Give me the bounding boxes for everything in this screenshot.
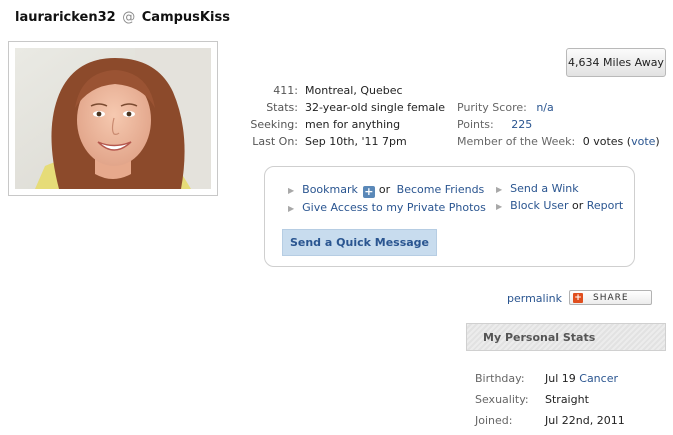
bookmark-row: ▶ Bookmark + or Become Friends — [288, 183, 484, 198]
give-access-link[interactable]: Give Access to my Private Photos — [302, 201, 486, 214]
purity-score-label: Purity Score: — [457, 101, 527, 114]
distance-button[interactable]: 4,634 Miles Away — [566, 48, 666, 77]
profile-photo[interactable] — [15, 48, 211, 189]
info-label-stats: Stats: — [266, 101, 298, 114]
points-link[interactable]: 225 — [511, 118, 532, 131]
sexuality-value: Straight — [545, 393, 589, 406]
username: lauraricken32 — [15, 10, 116, 25]
triangle-right-icon: ▶ — [496, 185, 503, 194]
share-button[interactable]: + SHARE — [569, 290, 652, 305]
plus-icon[interactable]: + — [362, 186, 375, 198]
or-text: or — [571, 199, 584, 212]
purity-score-link[interactable]: n/a — [536, 101, 553, 114]
triangle-right-icon: ▶ — [288, 186, 295, 195]
joined-label: Joined: — [475, 414, 513, 427]
joined-value: Jul 22nd, 2011 — [545, 414, 625, 427]
bookmark-link[interactable]: Bookmark — [302, 183, 358, 196]
permalink-link[interactable]: permalink — [507, 292, 562, 305]
profile-photo-frame[interactable] — [8, 41, 218, 196]
info-value-stats: 32-year-old single female — [305, 101, 446, 114]
sexuality-label: Sexuality: — [475, 393, 529, 406]
profile-heading: lauraricken32 @ CampusKiss — [15, 10, 230, 25]
become-friends-link[interactable]: Become Friends — [397, 183, 485, 196]
block-user-link[interactable]: Block User — [510, 199, 568, 212]
info-label-411: 411: — [273, 84, 298, 97]
info-value-location: Montreal, Quebec — [305, 84, 403, 97]
send-quick-message-button[interactable]: Send a Quick Message — [282, 229, 437, 256]
points: Points: 225 — [457, 118, 532, 131]
share-label: SHARE — [593, 292, 629, 303]
report-link[interactable]: Report — [587, 199, 623, 212]
share-plus-icon: + — [573, 292, 583, 303]
member-of-week-label: Member of the Week: — [457, 135, 576, 148]
zodiac-link[interactable]: Cancer — [579, 372, 618, 385]
triangle-right-icon: ▶ — [496, 202, 503, 211]
info-value-seeking: men for anything — [305, 118, 401, 131]
block-report-row: ▶ Block User or Report — [496, 199, 623, 212]
member-of-week-votes: 0 votes — [582, 135, 624, 148]
info-value-last-on: Sep 10th, '11 7pm — [305, 135, 407, 148]
or-text: or — [378, 183, 391, 196]
personal-stats-header: My Personal Stats — [466, 323, 666, 351]
info-label-last-on: Last On: — [252, 135, 298, 148]
private-photos-row: ▶ Give Access to my Private Photos — [288, 201, 486, 214]
birthday-date: Jul 19 — [545, 372, 576, 385]
wink-row: ▶ Send a Wink — [496, 182, 579, 195]
purity-score: Purity Score: n/a — [457, 101, 554, 114]
info-label-seeking: Seeking: — [250, 118, 298, 131]
triangle-right-icon: ▶ — [288, 204, 295, 213]
vote-link[interactable]: vote — [631, 135, 655, 148]
birthday-label: Birthday: — [475, 372, 525, 385]
site-name: CampusKiss — [141, 10, 230, 25]
member-of-week: Member of the Week: 0 votes (vote) — [457, 135, 660, 148]
points-label: Points: — [457, 118, 494, 131]
send-wink-link[interactable]: Send a Wink — [510, 182, 578, 195]
birthday-value: Jul 19 Cancer — [545, 372, 618, 385]
at-sign: @ — [122, 10, 136, 25]
